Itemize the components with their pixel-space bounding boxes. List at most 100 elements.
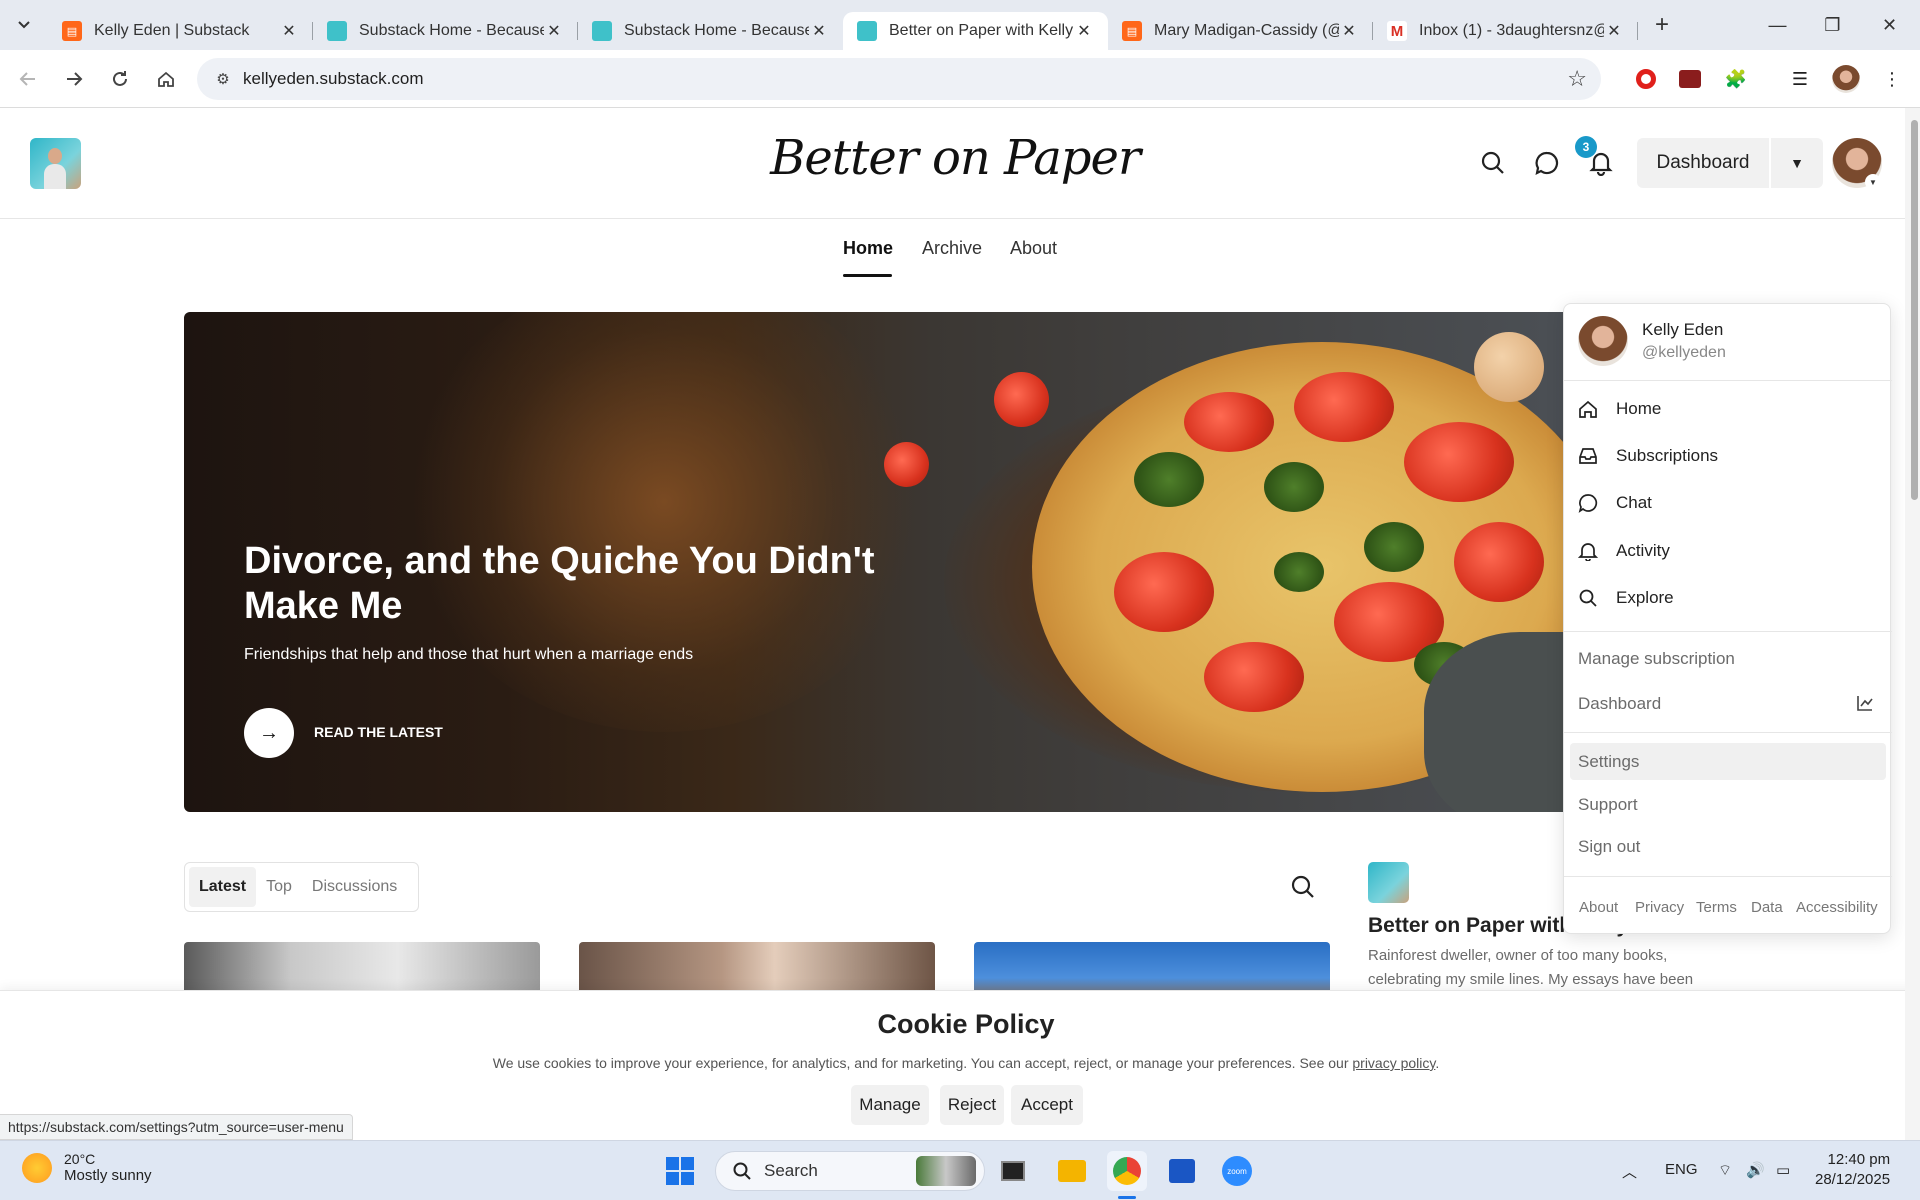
cookie-title: Cookie Policy <box>877 1009 1055 1039</box>
publication-icon <box>857 21 877 41</box>
chevron-down-icon <box>18 21 30 29</box>
caret-down-icon: ▼ <box>1790 155 1804 171</box>
browser-menu-icon[interactable]: ⋮ <box>1876 63 1908 95</box>
puzzle-extensions-icon[interactable]: 🧩 <box>1720 63 1752 95</box>
close-icon[interactable]: ✕ <box>544 21 564 41</box>
file-explorer-icon[interactable] <box>1052 1151 1092 1191</box>
tab-latest[interactable]: Latest <box>189 867 257 907</box>
hero-title[interactable]: Divorce, and the Quiche You Didn't Make … <box>244 539 944 629</box>
new-tab-button[interactable]: + <box>1642 11 1682 39</box>
search-highlight-image <box>916 1156 976 1186</box>
taskbar-search[interactable]: Search <box>715 1151 985 1191</box>
bookmark-star-icon[interactable]: ☆ <box>1567 66 1587 92</box>
browser-tab[interactable]: M Inbox (1) - 3daughtersnz@ ✕ <box>1373 12 1638 50</box>
arrow-right-icon <box>67 71 83 86</box>
close-icon[interactable]: ✕ <box>1604 21 1624 41</box>
caret-down-icon: ▼ <box>1865 174 1881 190</box>
footer-link-about[interactable]: About <box>1579 899 1618 916</box>
windows-start-icon[interactable] <box>660 1151 700 1191</box>
nav-home[interactable]: Home <box>843 238 893 268</box>
search-icon[interactable] <box>1290 874 1318 902</box>
minimize-button[interactable]: — <box>1750 0 1805 50</box>
publication-header: Better on Paper 3 Dashboard ▼ ▼ <box>0 108 1920 219</box>
weather-widget[interactable]: 20°C Mostly sunny <box>22 1151 152 1184</box>
menu-item-settings[interactable]: Settings <box>1570 743 1886 780</box>
read-latest-button[interactable]: → <box>244 708 294 758</box>
menu-item-home[interactable]: Home <box>1578 390 1878 428</box>
tab-top[interactable]: Top <box>256 867 302 907</box>
browser-tab[interactable]: ▤ Mary Madigan-Cassidy (@ ✕ <box>1108 12 1373 50</box>
media-control-icon[interactable]: ☰ <box>1784 63 1816 95</box>
taskbar: 20°C Mostly sunny Search zoom ︿ ENG ⌔ 🔊 … <box>0 1140 1920 1200</box>
hero-post[interactable]: Divorce, and the Quiche You Didn't Make … <box>184 312 1624 812</box>
dashboard-button[interactable]: Dashboard <box>1637 138 1769 188</box>
tab-search-button[interactable] <box>0 0 48 50</box>
arrow-right-icon: → <box>259 721 279 744</box>
volume-icon[interactable]: 🔊 <box>1746 1161 1765 1179</box>
home-button[interactable] <box>148 61 184 97</box>
chrome-icon[interactable] <box>1107 1151 1147 1191</box>
browser-tab[interactable]: Substack Home - Because ✕ <box>578 12 843 50</box>
footer-link-terms[interactable]: Terms <box>1696 899 1737 916</box>
battery-icon[interactable]: ▭ <box>1776 1161 1790 1179</box>
profile-avatar[interactable] <box>1830 63 1862 95</box>
close-icon[interactable]: ✕ <box>809 21 829 41</box>
menu-item-explore[interactable]: Explore <box>1578 579 1878 617</box>
back-button[interactable] <box>10 61 46 97</box>
microsoft-store-icon[interactable] <box>1162 1151 1202 1191</box>
close-window-button[interactable]: ✕ <box>1862 0 1917 50</box>
browser-toolbar: ⚙ kellyeden.substack.com ☆ 🧩 ☰ ⋮ <box>0 50 1920 108</box>
menu-item-activity[interactable]: Activity <box>1578 532 1878 570</box>
restore-button[interactable]: ❐ <box>1805 0 1860 50</box>
chat-icon[interactable] <box>1530 146 1564 180</box>
user-name[interactable]: Kelly Eden <box>1642 320 1723 340</box>
zoom-icon[interactable]: zoom <box>1217 1151 1257 1191</box>
menu-item-manage-subscription[interactable]: Manage subscription <box>1570 640 1886 677</box>
tab-discussions[interactable]: Discussions <box>302 867 407 907</box>
address-bar[interactable]: ⚙ kellyeden.substack.com ☆ <box>197 58 1601 100</box>
menu-item-dashboard[interactable]: Dashboard <box>1570 685 1886 722</box>
publication-logo-small[interactable] <box>1368 862 1409 903</box>
cookie-manage-button[interactable]: Manage <box>851 1085 929 1125</box>
system-clock[interactable]: 12:40 pm 28/12/2025 <box>1815 1150 1890 1190</box>
browser-tab-active[interactable]: Better on Paper with Kelly E ✕ <box>843 12 1108 50</box>
menu-item-subscriptions[interactable]: Subscriptions <box>1578 437 1878 475</box>
site-info-icon[interactable]: ⚙ <box>203 70 243 88</box>
chevron-up-icon[interactable]: ︿ <box>1622 1161 1637 1182</box>
cookie-accept-button[interactable]: Accept <box>1011 1085 1083 1125</box>
nav-archive[interactable]: Archive <box>922 238 982 268</box>
close-icon[interactable]: ✕ <box>1339 21 1359 41</box>
extension-icon[interactable] <box>1674 63 1706 95</box>
footer-link-data[interactable]: Data <box>1751 899 1783 916</box>
task-view-icon[interactable] <box>993 1151 1033 1191</box>
publication-title[interactable]: Better on Paper <box>0 130 1910 186</box>
nav-active-indicator <box>843 274 892 277</box>
scrollbar-thumb[interactable] <box>1911 120 1918 500</box>
read-latest-label[interactable]: READ THE LATEST <box>314 724 443 740</box>
privacy-policy-link[interactable]: privacy policy <box>1352 1055 1435 1071</box>
search-icon[interactable] <box>1476 146 1510 180</box>
menu-item-chat[interactable]: Chat <box>1578 484 1878 522</box>
reload-button[interactable] <box>102 61 138 97</box>
tab-title: Inbox (1) - 3daughtersnz@ <box>1419 22 1604 39</box>
footer-link-accessibility[interactable]: Accessibility <box>1796 899 1878 916</box>
menu-item-support[interactable]: Support <box>1570 786 1886 823</box>
nav-about[interactable]: About <box>1010 238 1057 268</box>
wifi-icon[interactable]: ⌔ <box>1718 1161 1732 1180</box>
user-avatar[interactable] <box>1578 316 1628 366</box>
menu-item-sign-out[interactable]: Sign out <box>1570 828 1886 865</box>
close-icon[interactable]: ✕ <box>1074 21 1094 41</box>
close-icon[interactable]: ✕ <box>279 21 299 41</box>
opera-extension-icon[interactable] <box>1630 63 1662 95</box>
menu-item-label: Chat <box>1616 493 1652 512</box>
tab-title: Substack Home - Because <box>624 22 809 39</box>
cookie-reject-button[interactable]: Reject <box>940 1085 1004 1125</box>
bell-icon[interactable] <box>1584 146 1618 180</box>
browser-tab[interactable]: Substack Home - Because ✕ <box>313 12 578 50</box>
weather-temperature: 20°C <box>64 1151 96 1167</box>
browser-tab[interactable]: ▤ Kelly Eden | Substack ✕ <box>48 12 313 50</box>
language-indicator[interactable]: ENG <box>1665 1161 1698 1178</box>
forward-button[interactable] <box>56 61 92 97</box>
dashboard-dropdown-button[interactable]: ▼ <box>1771 138 1823 188</box>
footer-link-privacy[interactable]: Privacy <box>1635 899 1684 916</box>
